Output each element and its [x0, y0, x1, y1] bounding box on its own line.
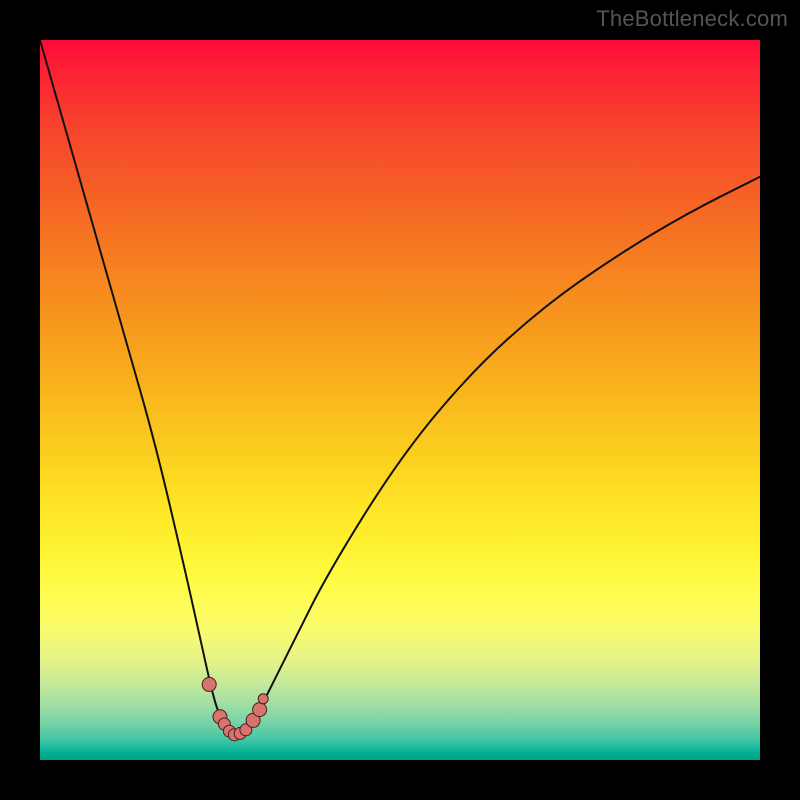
watermark-text: TheBottleneck.com [596, 6, 788, 32]
chart-svg [40, 40, 760, 760]
marker-point [253, 703, 267, 717]
marker-point [258, 694, 268, 704]
marker-point [202, 677, 216, 691]
plot-area [40, 40, 760, 760]
bottleneck-curve [40, 40, 760, 737]
chart-frame: TheBottleneck.com [0, 0, 800, 800]
marker-group [202, 677, 268, 740]
